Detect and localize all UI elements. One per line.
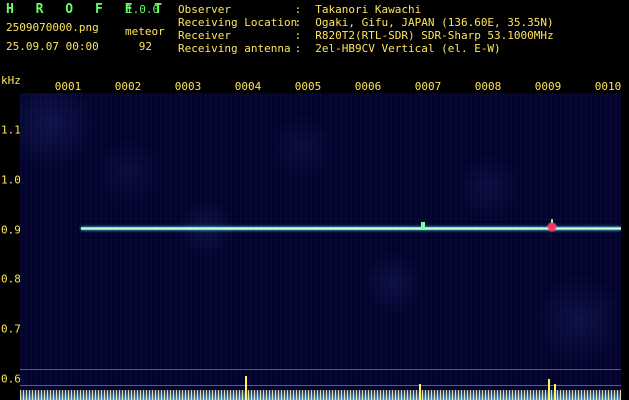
time-label-0004: 0004 [234,80,262,93]
power-strip-yellow [20,390,621,400]
frequency-label-0-6: 0.6 [1,372,21,386]
receiver-label: Receiver [178,29,231,42]
antenna-separator: : [294,42,302,55]
spectrogram-panel [20,93,621,400]
meteor-echo-small [421,222,425,230]
time-label-0001: 0001 [54,80,82,93]
time-label-0002: 0002 [114,80,142,93]
app-version: 1.0.0 [126,3,160,16]
power-spike [554,384,556,400]
file-name: 2509070000.png [6,21,99,34]
location-value: Ogaki, Gifu, JAPAN (136.60E, 35.35N) [315,16,554,29]
receiver-row: Receiver : R820T2(RTL-SDR) SDR-Sharp 53.… [178,29,554,42]
spectrogram-noise [20,93,621,400]
time-label-0006: 0006 [354,80,382,93]
station-info: Observer : Takanori Kawachi Receiving Lo… [178,3,554,55]
location-row: Receiving Location : Ogaki, Gifu, JAPAN … [178,16,554,29]
time-label-0008: 0008 [474,80,502,93]
frequency-label-0-8: 0.8 [1,272,21,286]
baseline-lower [20,385,621,386]
power-spike [419,384,421,400]
frequency-label-1-1: 1.1 [1,123,21,137]
frequency-label-1-0: 1.0 [1,173,21,187]
observer-label: Observer [178,3,231,16]
frequency-label-0-9: 0.9 [1,223,21,237]
location-label: Receiving Location [178,16,298,29]
signal-center-line [81,228,621,229]
location-separator: : [294,16,302,29]
power-spike [245,376,247,400]
time-label-0007: 0007 [414,80,442,93]
receiver-value: R820T2(RTL-SDR) SDR-Sharp 53.1000MHz [315,29,554,42]
frequency-unit-label: kHz [1,74,21,87]
meteor-echo-main [545,219,559,233]
observer-row: Observer : Takanori Kawachi [178,3,554,16]
meteor-core [548,223,556,231]
power-spike [548,379,550,400]
meteor-count: 92 [138,40,152,53]
observer-separator: : [294,3,302,16]
antenna-label: Receiving antenna [178,42,291,55]
time-label-0010: 0010 [594,80,622,93]
observer-value: Takanori Kawachi [315,3,422,16]
frequency-label-0-7: 0.7 [1,322,21,336]
receiver-separator: : [294,29,302,42]
date-time: 25.09.07 00:00 [6,40,99,53]
baseline-upper [20,369,621,370]
time-label-0005: 0005 [294,80,322,93]
time-label-0009: 0009 [534,80,562,93]
time-label-0003: 0003 [174,80,202,93]
antenna-row: Receiving antenna : 2el-HB9CV Vertical (… [178,42,554,55]
meteor-label: meteor [125,25,165,38]
antenna-value: 2el-HB9CV Vertical (el. E-W) [315,42,501,55]
